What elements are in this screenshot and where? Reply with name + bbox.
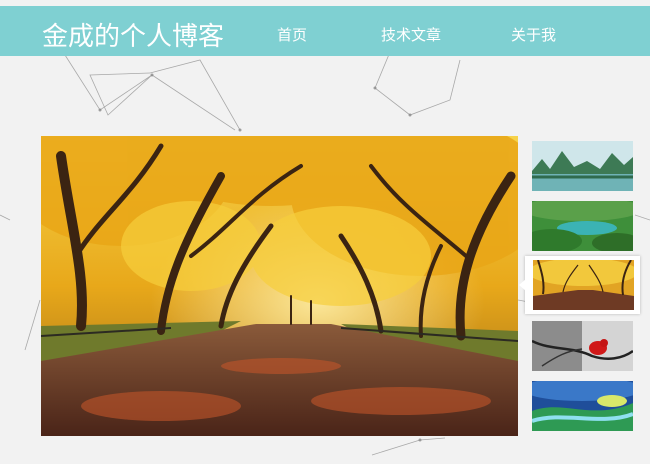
site-title[interactable]: 金成的个人博客 — [42, 16, 224, 53]
thumbnail-2[interactable] — [532, 201, 633, 251]
thumbnail-5[interactable] — [532, 381, 633, 431]
autumn-avenue-image — [41, 136, 518, 436]
thumbnail-3-active[interactable] — [525, 256, 640, 314]
blue-river-painting-image — [532, 381, 633, 431]
thumbnail-4[interactable] — [532, 321, 633, 371]
nav-home[interactable]: 首页 — [277, 24, 307, 45]
thumbnail-1[interactable] — [532, 141, 633, 191]
karst-landscape-image — [532, 141, 633, 191]
nav-about-me[interactable]: 关于我 — [511, 24, 556, 45]
active-thumbnail-pointer — [519, 279, 526, 291]
autumn-avenue-thumbnail-image — [533, 260, 634, 310]
red-bird-image — [532, 321, 633, 371]
nav-tech-articles[interactable]: 技术文章 — [381, 24, 441, 45]
green-lake-image — [532, 201, 633, 251]
site-header: 金成的个人博客 首页 技术文章 关于我 — [0, 6, 650, 56]
slideshow-main-image[interactable] — [41, 136, 518, 436]
